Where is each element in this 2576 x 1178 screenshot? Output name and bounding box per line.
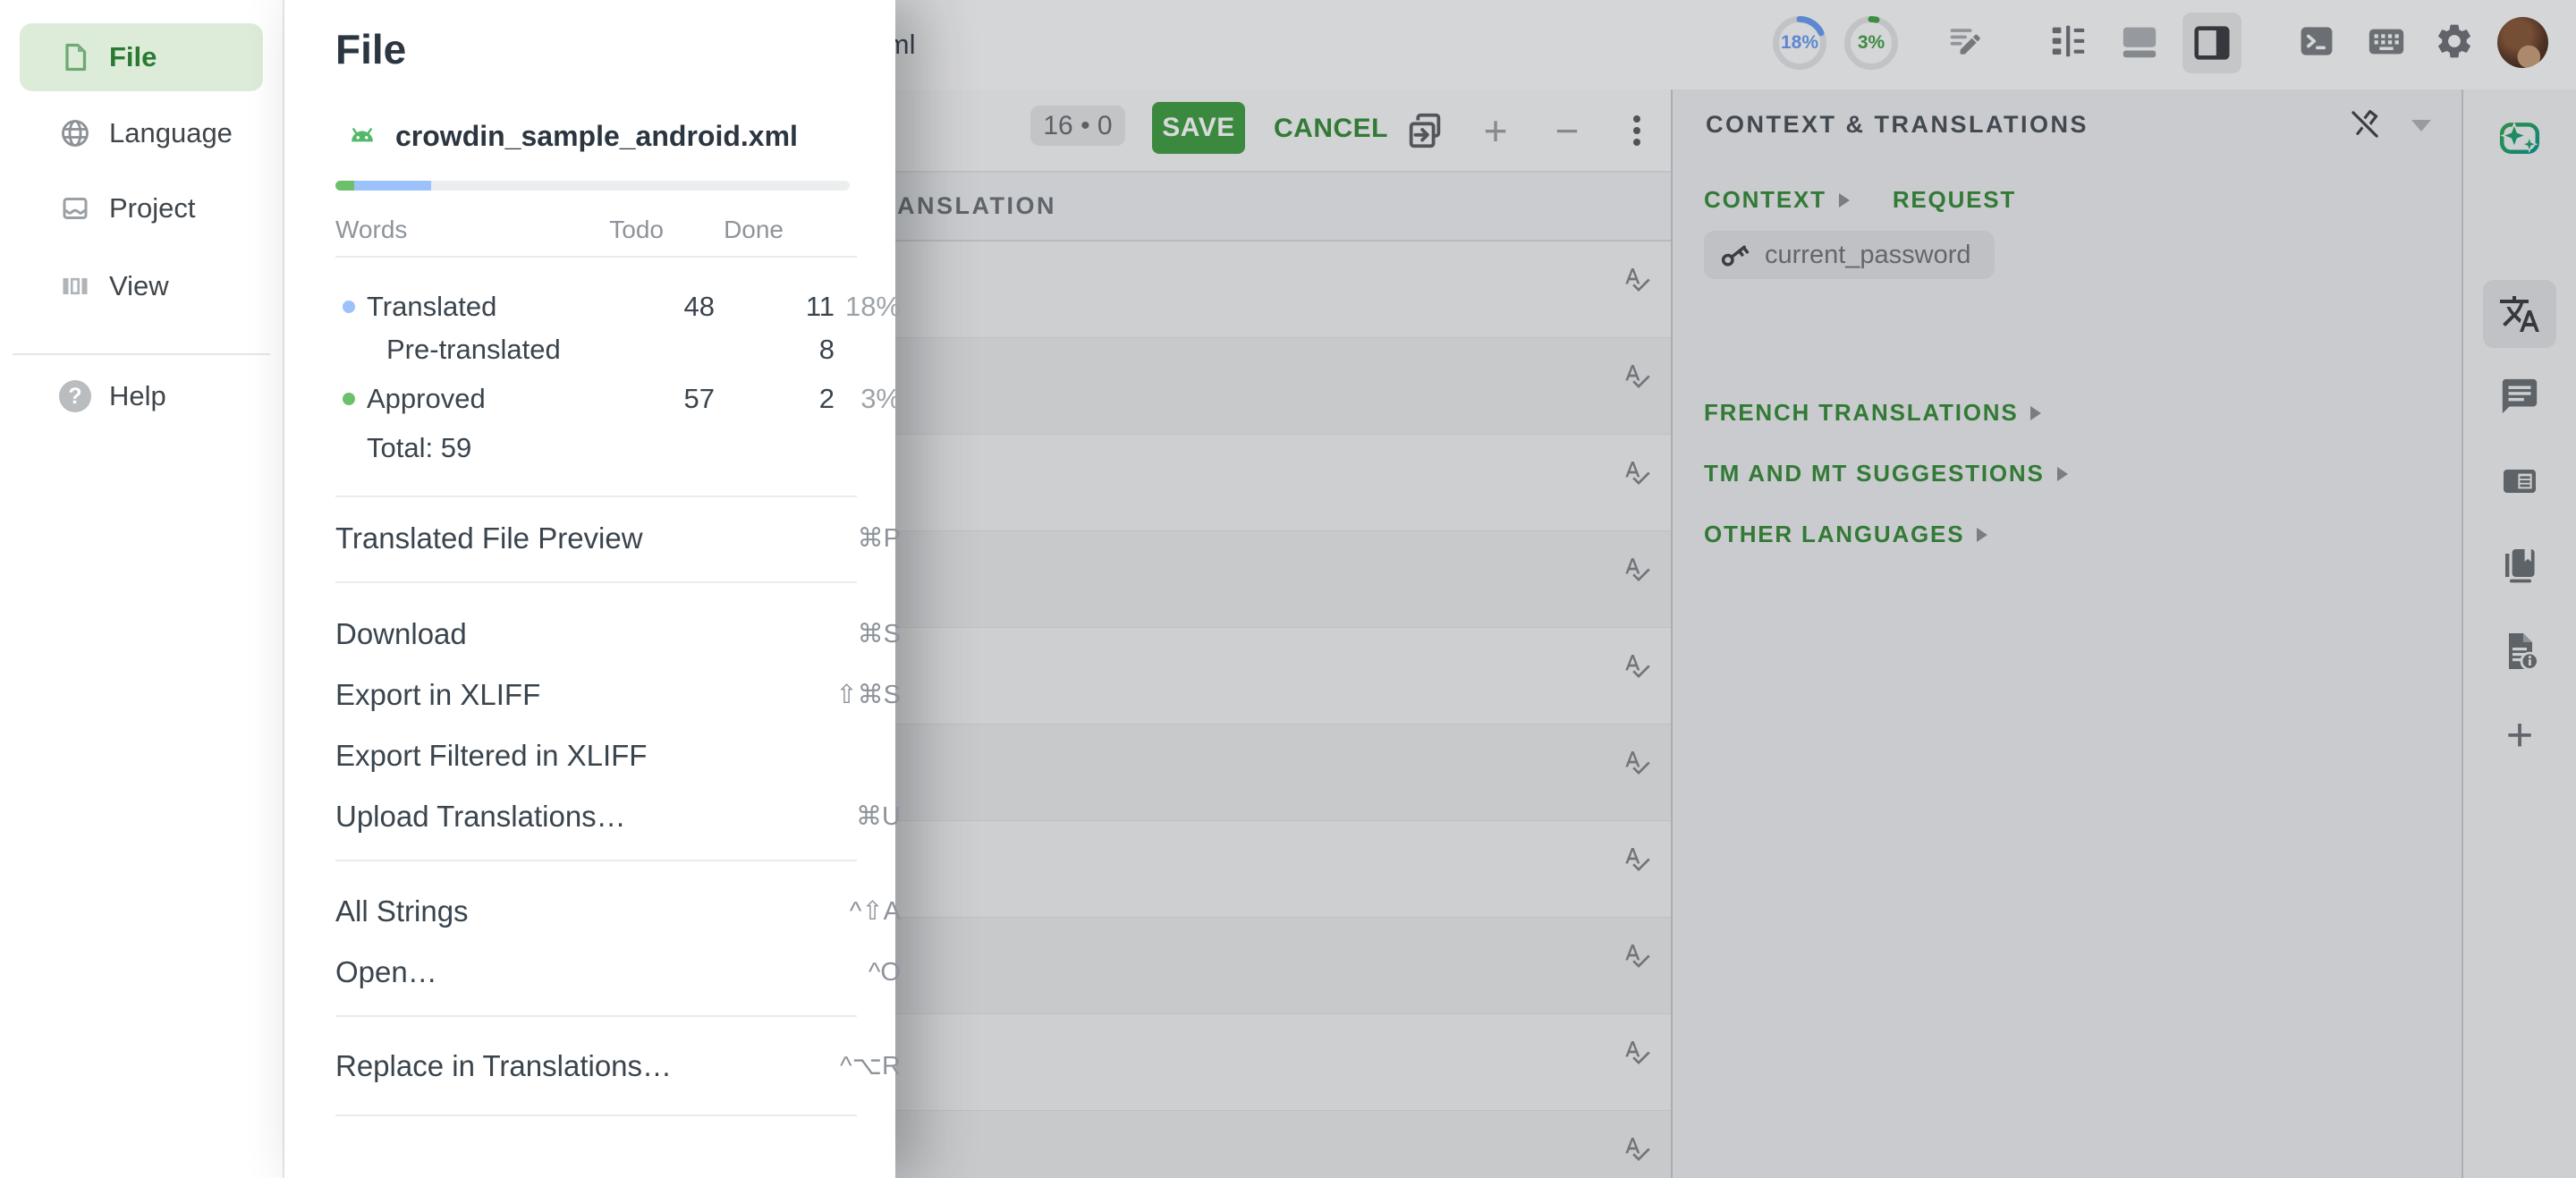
sidebar-item-label: File xyxy=(109,41,157,73)
sidebar-item-label: Help xyxy=(109,380,166,412)
stat-label: Approved xyxy=(367,379,486,419)
columns-view-icon xyxy=(59,270,91,302)
current-file-row: crowdin_sample_android.xml xyxy=(345,116,798,156)
divider xyxy=(335,256,857,258)
current-file-name: crowdin_sample_android.xml xyxy=(395,120,798,153)
crowdin-editor-app: crowdin_sample_android.xml 18% 3% xyxy=(0,0,2576,1178)
stat-done: 18% xyxy=(845,287,901,326)
stat-row-pre-translated: Pre-translated 8 xyxy=(335,330,857,369)
stat-todo: 11 xyxy=(806,287,835,326)
help-icon: ? xyxy=(59,380,91,412)
stat-row-total: Total: 59 xyxy=(335,428,857,468)
sidebar-item-project[interactable]: Project xyxy=(0,170,283,247)
sidebar-item-label: View xyxy=(109,270,169,302)
menu-item-open[interactable]: Open…^O xyxy=(335,950,857,995)
approved-progress-segment xyxy=(335,181,354,191)
sidebar-item-language[interactable]: Language xyxy=(0,95,283,172)
file-menu-title: File xyxy=(335,25,406,73)
menu-item-export-filtered-xliff[interactable]: Export Filtered in XLIFF xyxy=(335,733,857,778)
project-icon xyxy=(59,192,91,225)
stat-done: 3% xyxy=(860,379,901,419)
translated-dot xyxy=(343,301,355,313)
sidebar-item-label: Project xyxy=(109,192,195,225)
stat-words: 57 xyxy=(684,379,715,419)
globe-icon xyxy=(59,117,91,149)
divider xyxy=(335,496,857,497)
menu-item-replace-in-translations[interactable]: Replace in Translations…^⌥R xyxy=(335,1044,857,1089)
divider xyxy=(335,860,857,861)
stat-label: Pre-translated xyxy=(386,330,561,369)
file-icon xyxy=(59,41,91,73)
menu-item-upload-translations[interactable]: Upload Translations…⌘U xyxy=(335,794,857,839)
stat-row-translated: Translated 48 11 18% xyxy=(335,287,857,326)
menu-item-download[interactable]: Download⌘S xyxy=(335,612,857,657)
sidebar-item-file[interactable]: File xyxy=(20,23,263,91)
stat-words: 48 xyxy=(684,287,715,326)
stat-todo: 8 xyxy=(819,330,835,369)
sidebar-item-label: Language xyxy=(109,117,233,149)
stat-total: Total: 59 xyxy=(367,428,471,468)
sidebar-item-help[interactable]: ? Help xyxy=(0,358,283,435)
menu-item-translated-file-preview[interactable]: Translated File Preview⌘P xyxy=(335,516,857,561)
sidebar-divider xyxy=(13,353,270,355)
approved-dot xyxy=(343,393,355,405)
file-menu-panel: File crowdin_sample_android.xml Words To… xyxy=(284,0,895,1178)
divider xyxy=(335,581,857,583)
divider xyxy=(335,1114,857,1116)
sidebar-item-view[interactable]: View xyxy=(0,248,283,325)
main-menu-sidebar: File Language Project xyxy=(0,0,284,1178)
menu-item-all-strings[interactable]: All Strings^⇧A xyxy=(335,889,857,934)
file-progress-bar xyxy=(335,181,850,191)
stat-todo: 2 xyxy=(819,379,835,419)
menu-item-export-xliff[interactable]: Export in XLIFF⇧⌘S xyxy=(335,673,857,717)
stat-row-approved: Approved 57 2 3% xyxy=(335,379,857,419)
stats-header-done: Done xyxy=(335,216,784,244)
stat-label: Translated xyxy=(367,287,496,326)
translated-progress-segment xyxy=(354,181,431,191)
android-icon xyxy=(345,119,379,153)
divider xyxy=(335,1015,857,1017)
